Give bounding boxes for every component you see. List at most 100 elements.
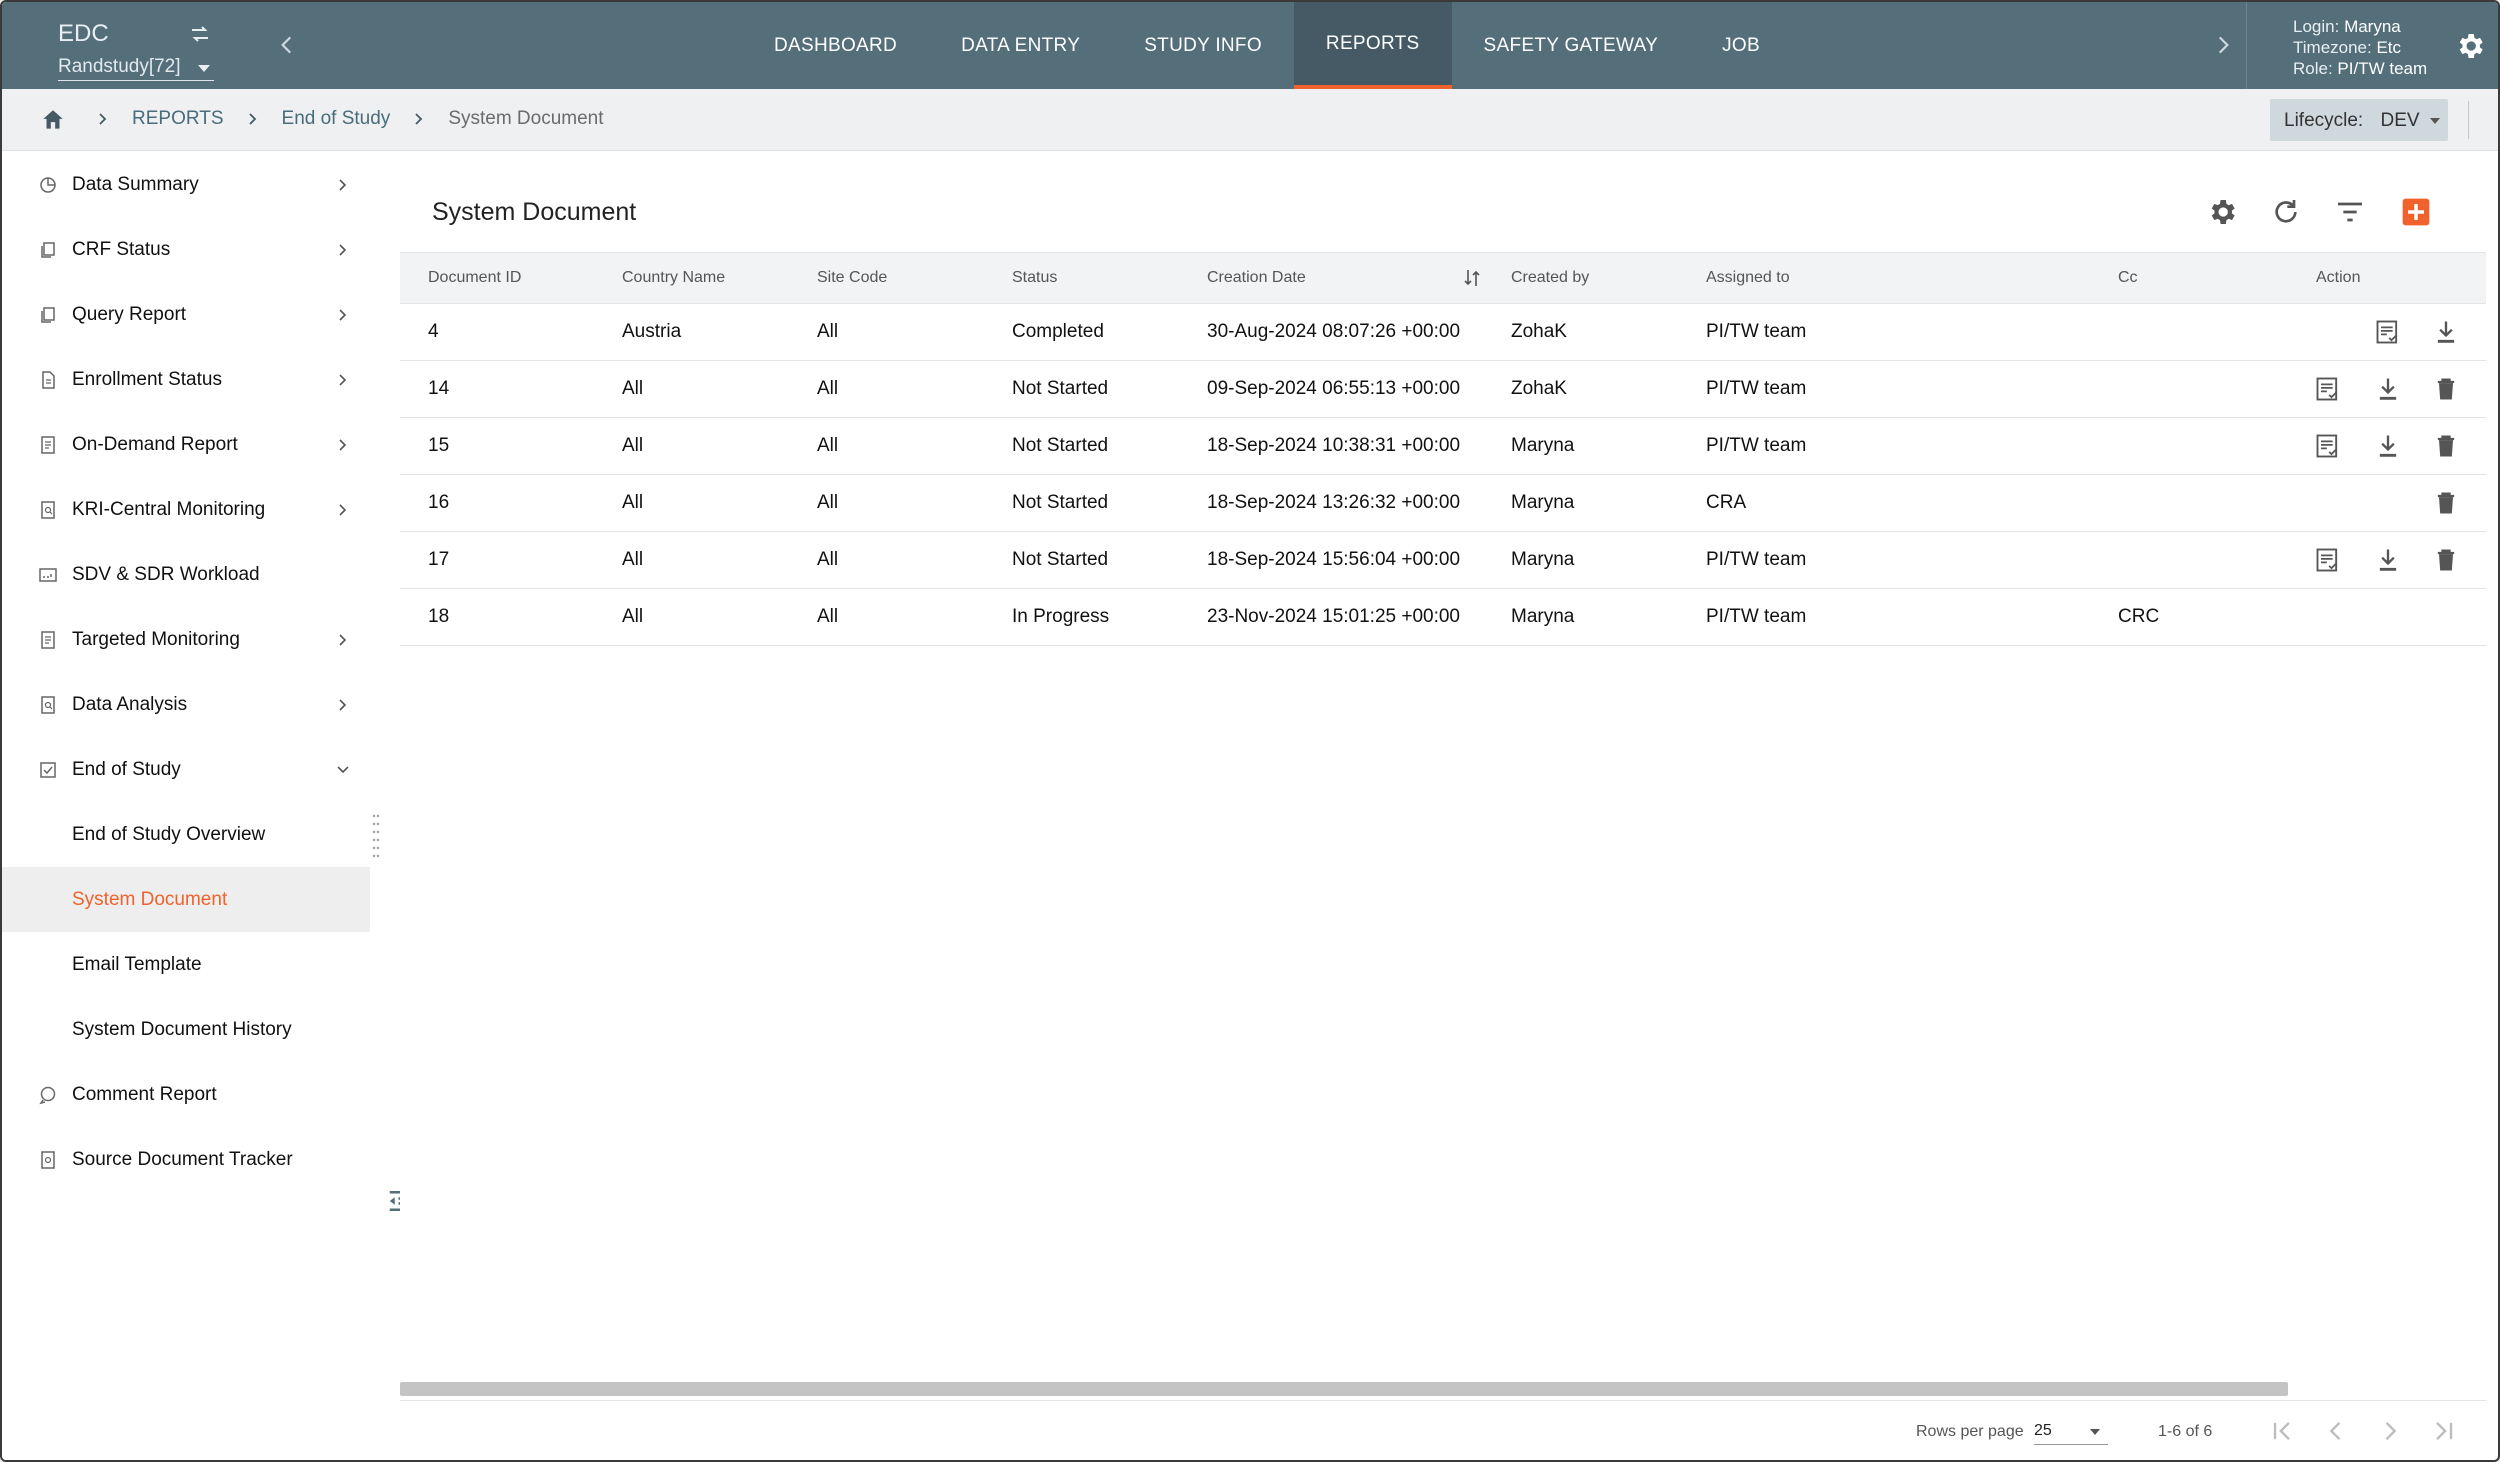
download-icon[interactable] — [2374, 546, 2402, 574]
nav-scroll-right-icon[interactable] — [2210, 32, 2236, 58]
tracker-icon — [41, 1150, 55, 1169]
breadcrumb-bar: REPORTS End of Study System Document Lif… — [2, 89, 2498, 151]
chevron-right-icon — [339, 373, 347, 386]
sidebar-item-data-analysis[interactable]: Data Analysis — [2, 672, 370, 737]
download-icon[interactable] — [2374, 432, 2402, 460]
column-header-country-name[interactable]: Country Name — [622, 269, 725, 287]
lifecycle-label: Lifecycle: — [2284, 110, 2364, 131]
review-icon[interactable] — [2374, 318, 2402, 346]
cell-creation-date: 18-Sep-2024 10:38:31 +00:00 — [1207, 435, 1461, 456]
home-icon[interactable] — [40, 107, 66, 133]
filter-icon[interactable] — [2334, 196, 2366, 228]
horizontal-scrollbar[interactable] — [400, 1382, 2288, 1396]
rows-per-page-select[interactable]: 25 — [2034, 1419, 2108, 1445]
pagination-range: 1-6 of 6 — [2158, 1423, 2213, 1440]
sort-icon[interactable] — [1462, 267, 1482, 289]
chevron-right-icon — [339, 178, 347, 191]
sidebar-item-data-summary[interactable]: Data Summary — [2, 152, 370, 217]
table-row[interactable]: 14 All All Not Started 09-Sep-2024 06:55… — [400, 361, 2486, 418]
column-header-site-code[interactable]: Site Code — [817, 269, 887, 287]
cell-country: All — [622, 492, 644, 513]
last-page-icon[interactable] — [2430, 1417, 2458, 1445]
cell-assigned-to: PI/TW team — [1706, 606, 1807, 627]
review-icon[interactable] — [2314, 375, 2342, 403]
column-header-creation-date[interactable]: Creation Date — [1207, 269, 1306, 287]
cell-assigned-to: PI/TW team — [1706, 435, 1807, 456]
sidebar-resize-handle[interactable] — [372, 812, 380, 858]
sidebar-subitem-system-document-history[interactable]: System Document History — [2, 997, 370, 1062]
chevron-right-icon — [339, 438, 347, 451]
app-window: EDC Randstudy[72] DASHBOARD DATA ENTRY S… — [0, 0, 2500, 1462]
sidebar-item-source-document-tracker[interactable]: Source Document Tracker — [2, 1127, 370, 1192]
first-page-icon[interactable] — [2268, 1417, 2296, 1445]
delete-icon[interactable] — [2432, 489, 2460, 517]
table-row[interactable]: 4 Austria All Completed 30-Aug-2024 08:0… — [400, 304, 2486, 361]
column-header-cc[interactable]: Cc — [2118, 269, 2138, 287]
column-header-created-by[interactable]: Created by — [1511, 269, 1589, 287]
sidebar-item-enrollment-status[interactable]: Enrollment Status — [2, 347, 370, 412]
sidebar: Data Summary CRF Status Query Report Enr… — [2, 152, 370, 1460]
download-icon[interactable] — [2374, 375, 2402, 403]
tab-reports[interactable]: REPORTS — [1293, 2, 1452, 89]
column-header-document-id[interactable]: Document ID — [428, 269, 521, 287]
column-header-status[interactable]: Status — [1012, 269, 1057, 287]
sidebar-item-query-report[interactable]: Query Report — [2, 282, 370, 347]
main-nav-tabs: DASHBOARD DATA ENTRY STUDY INFO REPORTS … — [742, 2, 1792, 89]
cell-created-by: ZohaK — [1511, 321, 1567, 342]
sidebar-item-targeted-monitoring[interactable]: Targeted Monitoring — [2, 607, 370, 672]
sidebar-subitem-email-template[interactable]: Email Template — [2, 932, 370, 997]
column-header-assigned-to[interactable]: Assigned to — [1706, 269, 1790, 287]
breadcrumb-reports[interactable]: REPORTS — [132, 108, 224, 130]
timezone-label: Timezone: — [2293, 38, 2372, 57]
sidebar-item-sdv-sdr-workload[interactable]: SDV & SDR Workload — [2, 542, 370, 607]
sidebar-subitem-end-of-study-overview[interactable]: End of Study Overview — [2, 802, 370, 867]
add-icon[interactable] — [2400, 196, 2432, 228]
sidebar-item-on-demand-report[interactable]: On-Demand Report — [2, 412, 370, 477]
report-icon — [41, 630, 55, 649]
review-icon[interactable] — [2314, 546, 2342, 574]
refresh-icon[interactable] — [2270, 196, 2302, 228]
sidebar-item-label: CRF Status — [72, 238, 171, 260]
breadcrumb-end-of-study[interactable]: End of Study — [282, 108, 391, 130]
chevron-down-icon[interactable] — [198, 65, 210, 72]
delete-icon[interactable] — [2432, 546, 2460, 574]
report-icon — [41, 435, 55, 454]
sidebar-subitem-system-document[interactable]: System Document — [2, 867, 370, 932]
sidebar-item-kri-central-monitoring[interactable]: KRI-Central Monitoring — [2, 477, 370, 542]
sidebar-item-label: System Document — [72, 888, 228, 910]
tab-study-info[interactable]: STUDY INFO — [1112, 2, 1294, 89]
cell-creation-date: 18-Sep-2024 13:26:32 +00:00 — [1207, 492, 1461, 513]
table-row[interactable]: 17 All All Not Started 18-Sep-2024 15:56… — [400, 532, 2486, 589]
documents-table: Document ID Country Name Site Code Statu… — [400, 252, 2486, 646]
delete-icon[interactable] — [2432, 432, 2460, 460]
tab-dashboard[interactable]: DASHBOARD — [742, 2, 929, 89]
table-row[interactable]: 16 All All Not Started 18-Sep-2024 13:26… — [400, 475, 2486, 532]
tab-job[interactable]: JOB — [1690, 2, 1792, 89]
cell-site-code: All — [817, 321, 839, 342]
check-square-icon — [40, 761, 56, 778]
sidebar-item-label: SDV & SDR Workload — [72, 563, 260, 585]
previous-page-icon[interactable] — [2322, 1417, 2350, 1445]
sidebar-item-crf-status[interactable]: CRF Status — [2, 217, 370, 282]
cell-creation-date: 09-Sep-2024 06:55:13 +00:00 — [1207, 378, 1461, 399]
download-icon[interactable] — [2432, 318, 2460, 346]
lifecycle-selector[interactable]: Lifecycle: DEV — [2270, 99, 2448, 141]
sidebar-item-end-of-study[interactable]: End of Study — [2, 737, 370, 802]
table-row[interactable]: 15 All All Not Started 18-Sep-2024 10:38… — [400, 418, 2486, 475]
table-row[interactable]: 18 All All In Progress 23-Nov-2024 15:01… — [400, 589, 2486, 646]
cell-status: In Progress — [1012, 606, 1110, 627]
delete-icon[interactable] — [2432, 375, 2460, 403]
study-selector[interactable]: Randstudy[72] — [58, 56, 214, 81]
review-icon[interactable] — [2314, 432, 2342, 460]
next-page-icon[interactable] — [2376, 1417, 2404, 1445]
settings-icon[interactable] — [2206, 196, 2238, 228]
tab-safety-gateway[interactable]: SAFETY GATEWAY — [1452, 2, 1691, 89]
nav-scroll-left-icon[interactable] — [274, 32, 300, 58]
swap-icon[interactable] — [188, 22, 212, 46]
sidebar-item-comment-report[interactable]: Comment Report — [2, 1062, 370, 1127]
gear-icon[interactable] — [2454, 30, 2486, 62]
tab-data-entry[interactable]: DATA ENTRY — [929, 2, 1112, 89]
cell-country: All — [622, 378, 644, 399]
cell-country: All — [622, 606, 644, 627]
sidebar-item-label: Source Document Tracker — [72, 1148, 293, 1170]
